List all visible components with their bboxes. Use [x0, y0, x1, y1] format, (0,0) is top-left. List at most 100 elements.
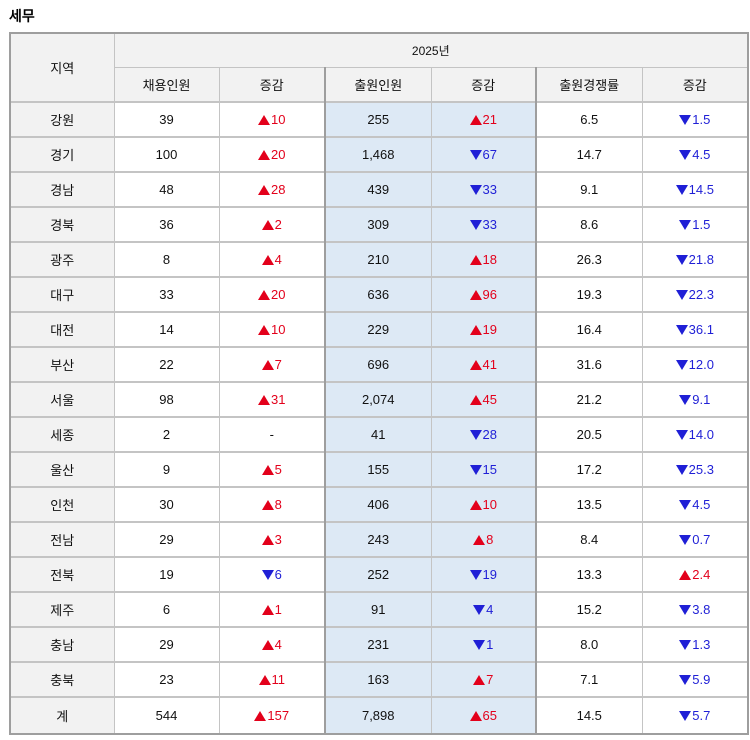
change-value: 6 [274, 567, 282, 582]
change-value: 25.3 [688, 462, 714, 477]
triangle-down-icon [675, 254, 688, 265]
change-cell: 5.9 [641, 661, 750, 698]
triangle-up-icon [469, 394, 482, 405]
change-value: 1.5 [692, 112, 711, 127]
applicants-change-column-header: 증감 [430, 67, 537, 103]
triangle-down-icon [469, 569, 482, 580]
triangle-up-icon [261, 604, 274, 615]
hire-cell: 36 [113, 206, 220, 243]
change-value: 10 [271, 322, 286, 337]
change-cell: 21 [430, 101, 537, 138]
ratio-change-column-header: 증감 [641, 67, 750, 103]
triangle-up-icon [261, 639, 274, 650]
region-cell: 경북 [9, 206, 115, 243]
triangle-up-icon [258, 114, 271, 125]
change-value: 33 [482, 217, 497, 232]
triangle-down-icon [675, 324, 688, 335]
change-value: 14.5 [688, 182, 714, 197]
change-value: 1 [274, 602, 282, 617]
ratio-cell: 9.1 [535, 171, 643, 208]
change-cell: 4 [430, 591, 537, 628]
change-value: 15 [482, 462, 497, 477]
hire-cell: 22 [113, 346, 220, 383]
change-value: 22.3 [688, 287, 714, 302]
applicants-cell: 696 [324, 346, 432, 383]
change-cell: 33 [430, 171, 537, 208]
ratio-column-header: 출원경쟁률 [535, 67, 643, 103]
total-row: 계 544 157 7,898 65 14.5 5.7 [9, 696, 750, 735]
change-value: 3 [274, 532, 282, 547]
change-value: 2 [274, 217, 282, 232]
change-cell: 1.3 [641, 626, 750, 663]
change-value: 0.7 [692, 532, 711, 547]
change-cell: 65 [430, 696, 537, 735]
change-value: 4 [274, 637, 282, 652]
table-row: 강원 39 10 255 21 6.5 1.5 [9, 101, 750, 138]
hire-cell: 100 [113, 136, 220, 173]
ratio-cell: 13.5 [535, 486, 643, 523]
region-cell: 강원 [9, 101, 115, 138]
ratio-cell: 20.5 [535, 416, 643, 453]
change-value: 11 [271, 672, 286, 687]
change-value: 19 [482, 567, 497, 582]
change-value: 3.8 [692, 602, 711, 617]
region-cell: 서울 [9, 381, 115, 418]
hire-cell: 29 [113, 626, 220, 663]
triangle-down-icon [469, 184, 482, 195]
change-value: 8 [486, 532, 494, 547]
region-cell: 충남 [9, 626, 115, 663]
applicants-cell: 155 [324, 451, 432, 488]
triangle-down-icon [679, 394, 692, 405]
triangle-down-icon [679, 604, 692, 615]
change-value: 2.4 [692, 567, 711, 582]
triangle-up-icon [261, 359, 274, 370]
change-value: 7 [274, 357, 282, 372]
change-cell: 7 [218, 346, 326, 383]
change-cell: 4 [218, 626, 326, 663]
change-cell: 36.1 [641, 311, 750, 348]
change-cell: 21.8 [641, 241, 750, 278]
year-header: 2025년 [113, 32, 750, 68]
hire-cell: 14 [113, 311, 220, 348]
hire-cell: 2 [113, 416, 220, 453]
hire-cell: 6 [113, 591, 220, 628]
change-value: 4.5 [692, 497, 711, 512]
change-value: 45 [482, 392, 497, 407]
change-cell: 4.5 [641, 136, 750, 173]
hire-cell: 29 [113, 521, 220, 558]
change-value: 65 [482, 708, 497, 723]
change-cell: 12.0 [641, 346, 750, 383]
applicants-cell: 91 [324, 591, 432, 628]
ratio-cell: 14.5 [535, 696, 643, 735]
region-cell: 경남 [9, 171, 115, 208]
applicants-column-header: 출원인원 [324, 67, 432, 103]
ratio-cell: 16.4 [535, 311, 643, 348]
region-cell: 제주 [9, 591, 115, 628]
ratio-cell: 8.0 [535, 626, 643, 663]
triangle-down-icon [679, 534, 692, 545]
triangle-up-icon [469, 324, 482, 335]
change-value: 1.5 [692, 217, 711, 232]
triangle-down-icon [469, 429, 482, 440]
table-row: 인천 30 8 406 10 13.5 4.5 [9, 486, 750, 523]
ratio-cell: 8.6 [535, 206, 643, 243]
hire-cell: 98 [113, 381, 220, 418]
triangle-up-icon [469, 710, 482, 721]
table-row: 경기 100 20 1,468 67 14.7 4.5 [9, 136, 750, 173]
change-value: 28 [271, 182, 286, 197]
change-cell: 19 [430, 556, 537, 593]
triangle-up-icon [473, 674, 486, 685]
ratio-cell: 14.7 [535, 136, 643, 173]
change-value: 4 [274, 252, 282, 267]
change-value: 20 [271, 287, 286, 302]
triangle-up-icon [261, 534, 274, 545]
ratio-cell: 7.1 [535, 661, 643, 698]
triangle-up-icon [261, 219, 274, 230]
change-value: 33 [482, 182, 497, 197]
change-cell: 6 [218, 556, 326, 593]
table-row: 제주 6 1 91 4 15.2 3.8 [9, 591, 750, 628]
table-row: 대전 14 10 229 19 16.4 36.1 [9, 311, 750, 348]
triangle-down-icon [679, 639, 692, 650]
table-row: 서울 98 31 2,074 45 21.2 9.1 [9, 381, 750, 418]
change-cell: 0.7 [641, 521, 750, 558]
